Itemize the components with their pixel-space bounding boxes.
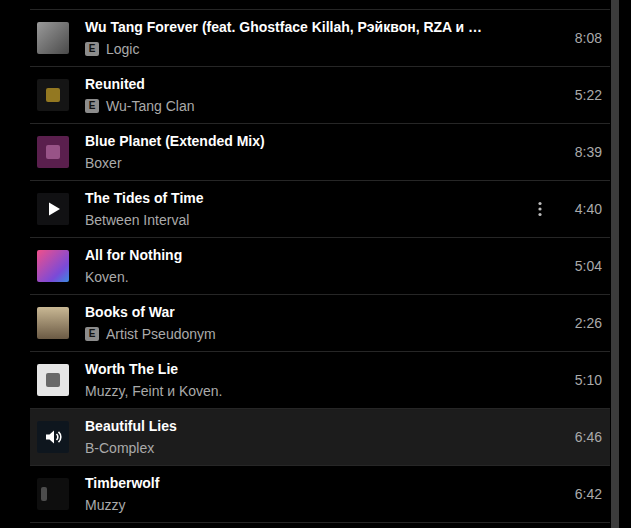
track-title[interactable]: Blue Planet (Extended Mix) <box>85 132 530 151</box>
explicit-badge: E <box>85 327 99 341</box>
more-icon[interactable] <box>538 201 542 217</box>
album-art[interactable] <box>37 307 69 339</box>
album-art[interactable] <box>37 136 69 168</box>
explicit-badge: E <box>85 99 99 113</box>
track-duration: 5:22 <box>564 85 602 106</box>
track-row[interactable]: All for Nothing Koven. 5:04 <box>30 238 610 295</box>
track-duration: 4:40 <box>564 199 602 220</box>
track-duration: 5:04 <box>564 256 602 277</box>
track-title[interactable]: Timberwolf <box>85 474 530 493</box>
track-title[interactable]: Beautiful Lies <box>85 417 530 436</box>
track-duration: 6:46 <box>564 427 602 448</box>
track-artist[interactable]: B-Complex <box>85 439 154 458</box>
track-artist[interactable]: Boxer <box>85 154 122 173</box>
artist-line: E Artist Pseudonym <box>85 325 530 344</box>
track-artist[interactable]: Artist Pseudonym <box>106 325 216 344</box>
album-art[interactable] <box>37 79 69 111</box>
track-info: Timberwolf Muzzy <box>69 474 530 515</box>
track-info: Worth The Lie Muzzy, Feint и Koven. <box>69 360 530 401</box>
track-info: All for Nothing Koven. <box>69 246 530 287</box>
explicit-badge: E <box>85 42 99 56</box>
track-title[interactable]: All for Nothing <box>85 246 530 265</box>
track-row[interactable]: Books of War E Artist Pseudonym 2:26 <box>30 295 610 352</box>
track-list: Wu Tang Forever (feat. Ghostface Killah,… <box>30 9 610 523</box>
artist-line: Muzzy <box>85 496 530 515</box>
track-row[interactable]: Reunited E Wu-Tang Clan 5:22 <box>30 67 610 124</box>
track-duration: 8:08 <box>564 28 602 49</box>
artist-line: Boxer <box>85 154 530 173</box>
track-row[interactable]: Wu Tang Forever (feat. Ghostface Killah,… <box>30 10 610 67</box>
artist-line: Muzzy, Feint и Koven. <box>85 382 530 401</box>
track-artist[interactable]: Between Interval <box>85 211 189 230</box>
album-art[interactable] <box>37 421 69 453</box>
track-artist[interactable]: Logic <box>106 40 139 59</box>
speaker-icon[interactable] <box>37 421 69 453</box>
artist-line: E Wu-Tang Clan <box>85 97 530 116</box>
artist-line: B-Complex <box>85 439 530 458</box>
track-duration: 2:26 <box>564 313 602 334</box>
track-artist[interactable]: Koven. <box>85 268 129 287</box>
track-duration: 8:39 <box>564 142 602 163</box>
album-art[interactable] <box>37 250 69 282</box>
track-row[interactable]: Timberwolf Muzzy 6:42 <box>30 466 610 523</box>
album-art[interactable] <box>37 364 69 396</box>
track-title[interactable]: Reunited <box>85 75 530 94</box>
track-duration: 5:10 <box>564 370 602 391</box>
play-icon[interactable] <box>37 193 69 225</box>
track-artist[interactable]: Muzzy, Feint и Koven. <box>85 382 223 401</box>
track-row[interactable]: Worth The Lie Muzzy, Feint и Koven. 5:10 <box>30 352 610 409</box>
track-info: Books of War E Artist Pseudonym <box>69 303 530 344</box>
track-info: Wu Tang Forever (feat. Ghostface Killah,… <box>69 18 530 59</box>
track-title[interactable]: The Tides of Time <box>85 189 530 208</box>
track-title[interactable]: Books of War <box>85 303 530 322</box>
track-title[interactable]: Worth The Lie <box>85 360 530 379</box>
track-duration: 6:42 <box>564 484 602 505</box>
track-info: Beautiful Lies B-Complex <box>69 417 530 458</box>
track-info: Blue Planet (Extended Mix) Boxer <box>69 132 530 173</box>
track-artist[interactable]: Muzzy <box>85 496 125 515</box>
album-art[interactable] <box>37 478 69 510</box>
more-menu[interactable] <box>530 201 550 217</box>
track-title[interactable]: Wu Tang Forever (feat. Ghostface Killah,… <box>85 18 530 37</box>
track-artist[interactable]: Wu-Tang Clan <box>106 97 194 116</box>
album-art[interactable] <box>37 22 69 54</box>
track-row[interactable]: Beautiful Lies B-Complex 6:46 <box>30 409 610 466</box>
artist-line: Between Interval <box>85 211 530 230</box>
album-art[interactable] <box>37 193 69 225</box>
track-row[interactable]: The Tides of Time Between Interval 4:40 <box>30 181 610 238</box>
track-info: The Tides of Time Between Interval <box>69 189 530 230</box>
artist-line: Koven. <box>85 268 530 287</box>
artist-line: E Logic <box>85 40 530 59</box>
track-info: Reunited E Wu-Tang Clan <box>69 75 530 116</box>
scrollbar[interactable] <box>611 0 619 528</box>
track-pane: Wu Tang Forever (feat. Ghostface Killah,… <box>0 0 610 528</box>
track-row[interactable]: Blue Planet (Extended Mix) Boxer 8:39 <box>30 124 610 181</box>
